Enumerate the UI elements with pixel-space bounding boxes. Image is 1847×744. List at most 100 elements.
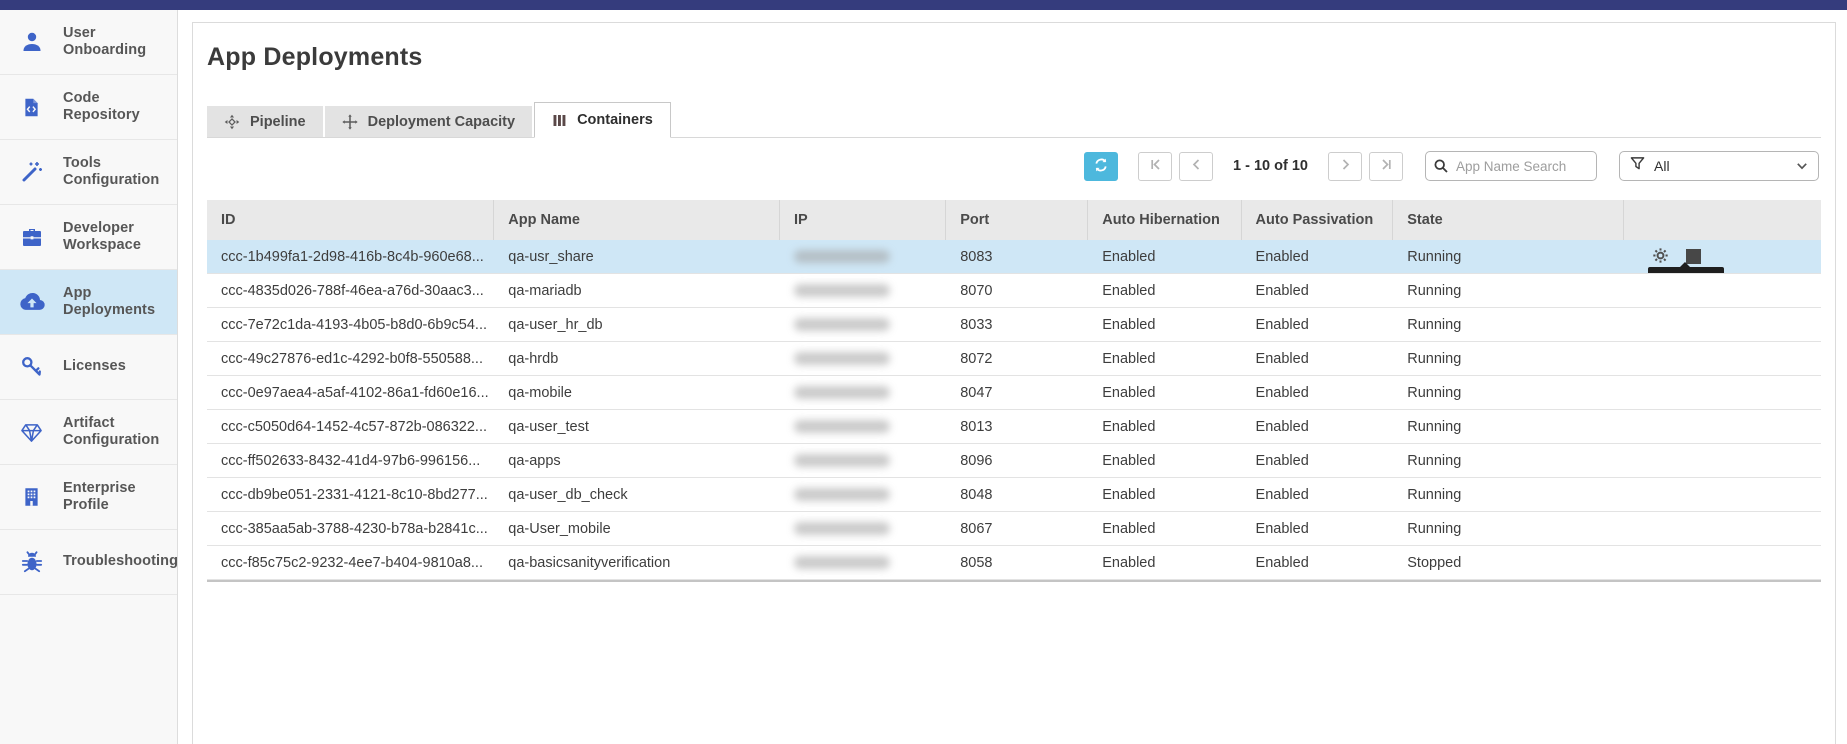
- cell-id: ccc-f85c75c2-9232-4ee7-b404-9810a8...: [207, 546, 494, 579]
- cell-auto-hibernation: Enabled: [1088, 478, 1241, 511]
- filter-dropdown[interactable]: All: [1619, 151, 1819, 181]
- column-header-app-name: App Name: [494, 200, 780, 240]
- cell-port: 8096: [946, 444, 1088, 477]
- last-page-button[interactable]: [1369, 152, 1403, 181]
- table-row[interactable]: ccc-ff502633-8432-41d4-97b6-996156...qa-…: [207, 444, 1821, 478]
- cell-actions: [1624, 444, 1821, 477]
- previous-page-button[interactable]: [1179, 152, 1213, 181]
- cell-state: Running: [1393, 342, 1624, 375]
- table-row[interactable]: ccc-7e72c1da-4193-4b05-b8d0-6b9c54...qa-…: [207, 308, 1821, 342]
- table-header-row: IDApp NameIPPortAuto HibernationAuto Pas…: [207, 200, 1821, 240]
- cell-state: Running: [1393, 410, 1624, 443]
- search-icon: [1433, 158, 1449, 179]
- tab-label: Pipeline: [250, 114, 306, 130]
- column-header-actions: [1624, 200, 1821, 240]
- table-row[interactable]: ccc-f85c75c2-9232-4ee7-b404-9810a8...qa-…: [207, 546, 1821, 580]
- sidebar-item-label: Code Repository: [63, 90, 167, 124]
- cell-actions: [1624, 546, 1821, 579]
- table-row[interactable]: ccc-c5050d64-1452-4c57-872b-086322...qa-…: [207, 410, 1821, 444]
- tab-deployment-capacity[interactable]: Deployment Capacity: [325, 106, 532, 137]
- ip-redacted-value: [794, 386, 890, 399]
- cell-id: ccc-db9be051-2331-4121-8c10-8bd277...: [207, 478, 494, 511]
- cell-actions: [1624, 376, 1821, 409]
- tooltip: Hibernate: [1648, 267, 1724, 273]
- pipeline-icon: [224, 114, 240, 130]
- table-row[interactable]: ccc-49c27876-ed1c-4292-b0f8-550588...qa-…: [207, 342, 1821, 376]
- column-header-state: State: [1393, 200, 1624, 240]
- sidebar-item-developer-workspace[interactable]: Developer Workspace: [0, 205, 177, 270]
- first-page-button[interactable]: [1138, 152, 1172, 181]
- sidebar-item-tools-configuration[interactable]: Tools Configuration: [0, 140, 177, 205]
- funnel-icon: [1630, 156, 1645, 176]
- content-card: App Deployments PipelineDeployment Capac…: [192, 22, 1836, 744]
- cell-actions: [1624, 308, 1821, 341]
- cell-state: Running: [1393, 274, 1624, 307]
- sidebar-item-app-deployments[interactable]: App Deployments: [0, 270, 177, 335]
- refresh-icon: [1093, 157, 1109, 176]
- cell-app-name: qa-mariadb: [494, 274, 780, 307]
- table-row[interactable]: ccc-385aa5ab-3788-4230-b78a-b2841c...qa-…: [207, 512, 1821, 546]
- tab-containers[interactable]: Containers: [534, 102, 671, 138]
- table-toolbar: 1 - 10 of 10: [193, 150, 1819, 182]
- search-input[interactable]: [1425, 151, 1597, 181]
- cell-id: ccc-385aa5ab-3788-4230-b78a-b2841c...: [207, 512, 494, 545]
- move-icon: [342, 114, 358, 130]
- cell-auto-passivation: Enabled: [1242, 342, 1394, 375]
- columns-icon: [552, 113, 567, 128]
- refresh-button[interactable]: [1084, 152, 1118, 181]
- app-name-search: [1425, 151, 1597, 181]
- sidebar-item-code-repository[interactable]: Code Repository: [0, 75, 177, 140]
- ip-redacted-value: [794, 352, 890, 365]
- pagination-range-label: 1 - 10 of 10: [1233, 158, 1308, 174]
- cell-port: 8067: [946, 512, 1088, 545]
- cell-app-name: qa-user_hr_db: [494, 308, 780, 341]
- cell-auto-passivation: Enabled: [1242, 274, 1394, 307]
- cell-auto-passivation: Enabled: [1242, 546, 1394, 579]
- ip-redacted-value: [794, 318, 890, 331]
- cell-auto-passivation: Enabled: [1242, 444, 1394, 477]
- cell-ip: [780, 546, 946, 579]
- table-row[interactable]: ccc-1b499fa1-2d98-416b-8c4b-960e68...qa-…: [207, 240, 1821, 274]
- sidebar-item-label: Licenses: [63, 358, 167, 375]
- wand-icon: [18, 160, 45, 184]
- sidebar-item-enterprise-profile[interactable]: Enterprise Profile: [0, 465, 177, 530]
- sidebar-item-licenses[interactable]: Licenses: [0, 335, 177, 400]
- sidebar-item-user-onboarding[interactable]: User Onboarding: [0, 10, 177, 75]
- last-page-icon: [1380, 158, 1393, 174]
- building-icon: [18, 486, 45, 508]
- table-row[interactable]: ccc-0e97aea4-a5af-4102-86a1-fd60e16...qa…: [207, 376, 1821, 410]
- cell-port: 8033: [946, 308, 1088, 341]
- settings-icon: [1652, 247, 1669, 267]
- cell-ip: [780, 410, 946, 443]
- sidebar-item-troubleshooting[interactable]: Troubleshooting: [0, 530, 177, 595]
- ip-redacted-value: [794, 556, 890, 569]
- gem-icon: [18, 421, 45, 444]
- table-row[interactable]: ccc-db9be051-2331-4121-8c10-8bd277...qa-…: [207, 478, 1821, 512]
- ip-redacted-value: [794, 488, 890, 501]
- first-page-icon: [1149, 158, 1162, 174]
- cell-port: 8070: [946, 274, 1088, 307]
- next-page-button[interactable]: [1328, 152, 1362, 181]
- cell-auto-passivation: Enabled: [1242, 376, 1394, 409]
- chevron-down-icon: [1796, 160, 1808, 172]
- settings-button[interactable]: [1652, 247, 1669, 267]
- cell-ip: [780, 512, 946, 545]
- cell-actions: [1624, 274, 1821, 307]
- cell-auto-hibernation: Enabled: [1088, 410, 1241, 443]
- cell-ip: [780, 274, 946, 307]
- cell-port: 8048: [946, 478, 1088, 511]
- pagination: 1 - 10 of 10: [1138, 152, 1403, 181]
- column-header-ip: IP: [780, 200, 946, 240]
- cell-auto-hibernation: Enabled: [1088, 376, 1241, 409]
- table-row[interactable]: ccc-4835d026-788f-46ea-a76d-30aac3...qa-…: [207, 274, 1821, 308]
- sidebar-item-label: Troubleshooting: [63, 553, 167, 570]
- cell-app-name: qa-User_mobile: [494, 512, 780, 545]
- cell-id: ccc-c5050d64-1452-4c57-872b-086322...: [207, 410, 494, 443]
- cell-port: 8047: [946, 376, 1088, 409]
- user-icon: [18, 30, 45, 54]
- cell-state: Running: [1393, 444, 1624, 477]
- cell-id: ccc-1b499fa1-2d98-416b-8c4b-960e68...: [207, 240, 494, 273]
- sidebar-item-artifact-configuration[interactable]: Artifact Configuration: [0, 400, 177, 465]
- column-header-port: Port: [946, 200, 1088, 240]
- tab-pipeline[interactable]: Pipeline: [207, 106, 323, 137]
